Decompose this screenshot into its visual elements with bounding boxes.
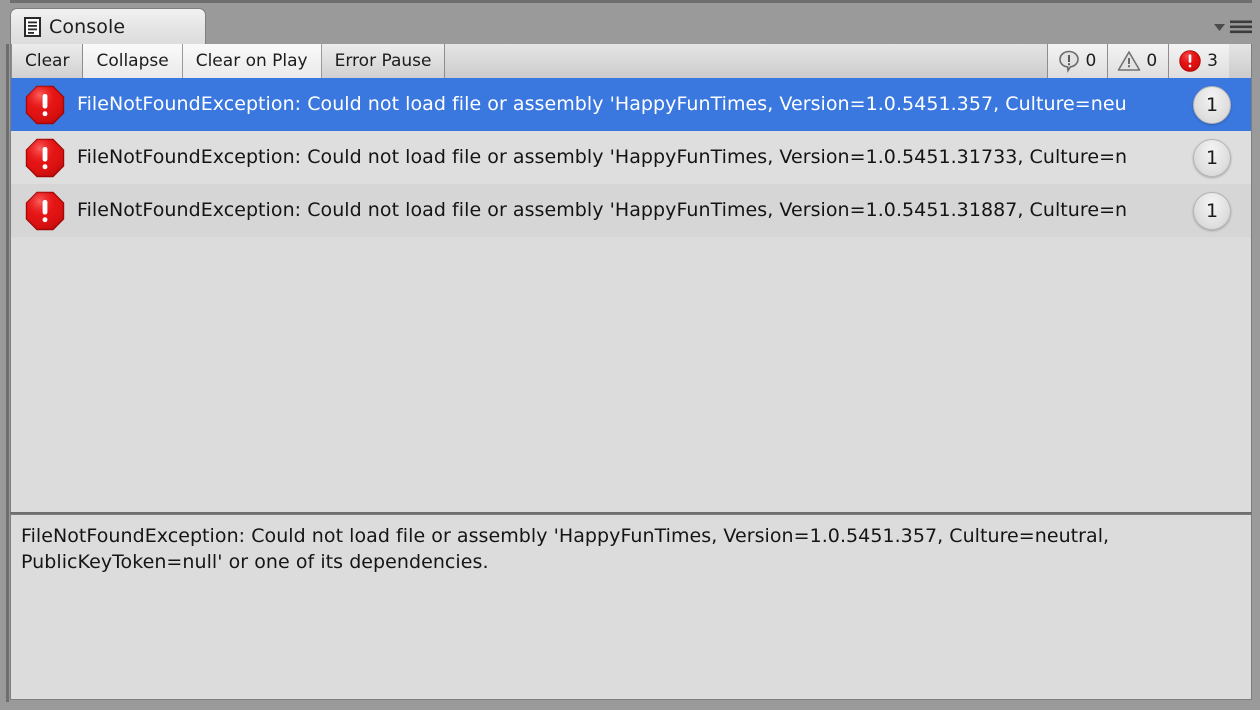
- window-right-chrome: [1252, 0, 1260, 710]
- window-options-button[interactable]: [1213, 20, 1252, 34]
- clear-on-play-toggle[interactable]: Clear on Play: [182, 44, 322, 78]
- error-pause-toggle[interactable]: Error Pause: [321, 44, 446, 78]
- log-list-empty-area: [11, 237, 1251, 512]
- log-entry-count-badge: 1: [1193, 191, 1231, 230]
- hamburger-menu-icon: [1230, 20, 1252, 34]
- collapse-toggle[interactable]: Collapse: [83, 44, 183, 78]
- warning-count-button[interactable]: 0: [1108, 44, 1170, 78]
- log-entry-message: FileNotFoundException: Could not load fi…: [77, 199, 1128, 221]
- error-icon: [25, 85, 65, 124]
- info-icon: [1058, 50, 1079, 73]
- tab-console-label: Console: [49, 15, 126, 38]
- log-entry-list[interactable]: FileNotFoundException: Could not load fi…: [10, 78, 1252, 513]
- toolbar-spacer: [445, 44, 1048, 78]
- error-icon: [1179, 50, 1201, 72]
- info-count-button[interactable]: 0: [1047, 44, 1109, 78]
- error-icon: [25, 191, 65, 230]
- console-document-icon: [24, 17, 41, 37]
- toolbar-end-cap: [1229, 44, 1251, 78]
- log-detail-text: FileNotFoundException: Could not load fi…: [21, 525, 1116, 573]
- chevron-down-icon: [1214, 23, 1225, 31]
- log-entry-row[interactable]: FileNotFoundException: Could not load fi…: [11, 184, 1251, 237]
- warning-count-value: 0: [1146, 51, 1158, 71]
- log-entry-row[interactable]: FileNotFoundException: Could not load fi…: [11, 78, 1251, 131]
- window-left-border: [6, 44, 9, 704]
- info-count-value: 0: [1085, 51, 1097, 71]
- warning-icon: [1118, 51, 1141, 71]
- window-bottom-chrome: [0, 702, 1260, 710]
- tab-console[interactable]: Console: [10, 8, 206, 45]
- console-toolbar: Clear Collapse Clear on Play Error Pause…: [10, 44, 1252, 79]
- error-icon: [25, 138, 65, 177]
- log-entry-message: FileNotFoundException: Could not load fi…: [77, 93, 1127, 115]
- clear-button[interactable]: Clear: [11, 44, 84, 78]
- log-entry-message: FileNotFoundException: Could not load fi…: [77, 146, 1128, 168]
- window-top-border: [0, 0, 1260, 3]
- log-entry-count-badge: 1: [1193, 85, 1231, 124]
- tab-strip: Console: [0, 0, 1260, 45]
- error-count-button[interactable]: 3: [1169, 44, 1229, 78]
- log-entry-row[interactable]: FileNotFoundException: Could not load fi…: [11, 131, 1251, 184]
- log-detail-pane[interactable]: FileNotFoundException: Could not load fi…: [10, 514, 1252, 700]
- log-entry-count-badge: 1: [1193, 138, 1231, 177]
- console-window: Console Clear Collapse Clear on Play Err…: [0, 0, 1260, 710]
- error-count-value: 3: [1207, 51, 1218, 71]
